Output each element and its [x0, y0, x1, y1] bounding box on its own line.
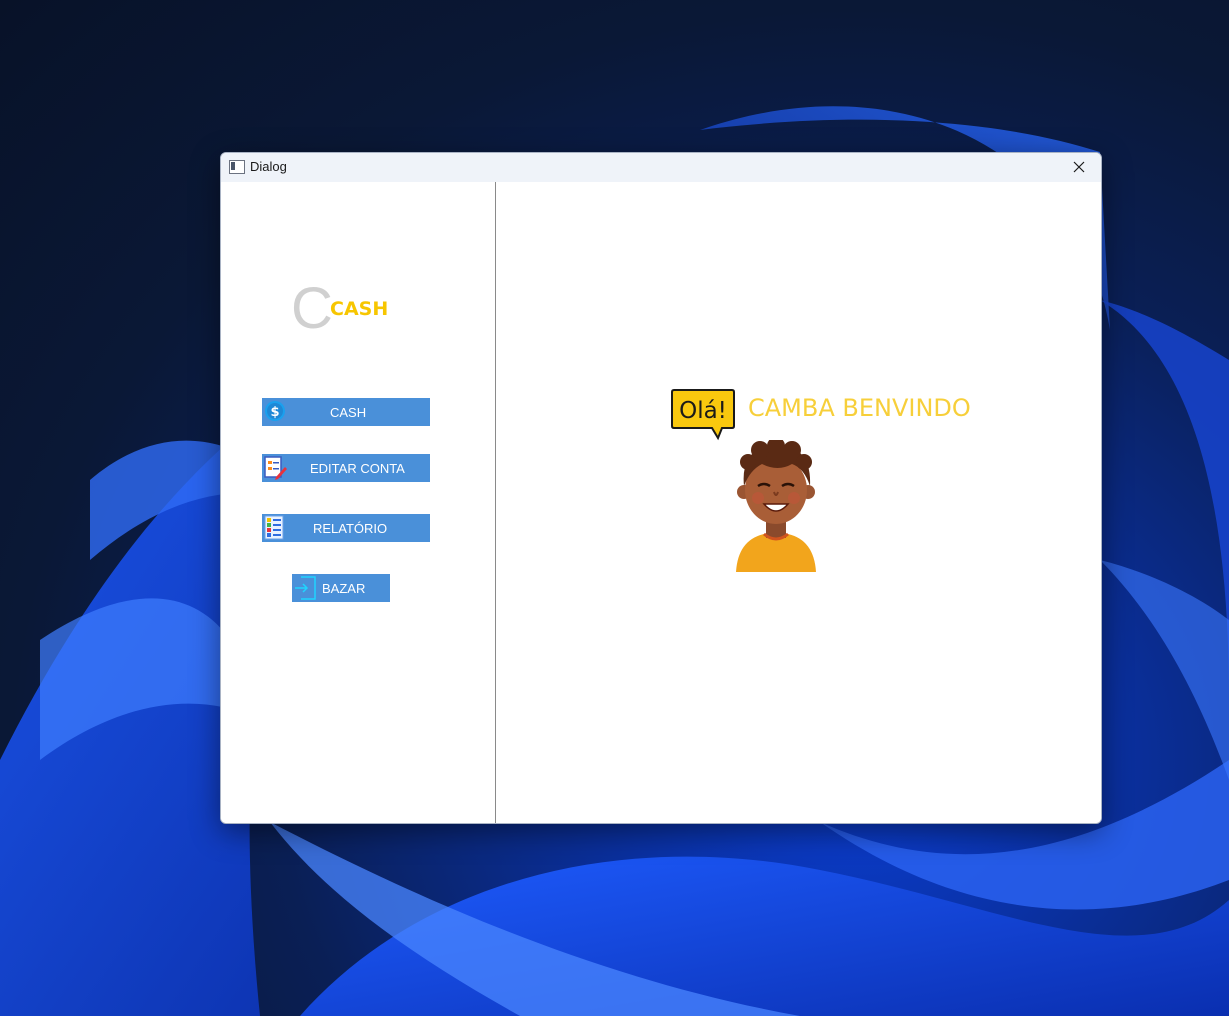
report-list-icon: [264, 515, 284, 540]
edit-account-button[interactable]: EDITAR CONTA: [262, 454, 430, 482]
edit-document-icon: [264, 456, 287, 480]
close-icon: [1073, 161, 1085, 173]
cash-button[interactable]: $ CASH: [262, 398, 430, 426]
welcome-message: CAMBA BENVINDO: [748, 394, 971, 422]
speech-bubble-text: Olá!: [679, 398, 727, 424]
logo-letter: C: [291, 276, 333, 341]
dollar-coin-icon: $: [265, 401, 285, 421]
exit-door-icon: [295, 576, 316, 600]
svg-text:$: $: [270, 405, 279, 420]
smiling-person-avatar-icon: [736, 440, 816, 572]
cash-button-label: CASH: [330, 405, 367, 420]
logo-word: CASH: [330, 298, 389, 320]
edit-account-button-label: EDITAR CONTA: [310, 461, 405, 476]
bazar-button-label: BAZAR: [322, 581, 366, 596]
sidebar: C CASH $ CASH EDITAR CONTA RELATÓRIO BAZ…: [221, 182, 495, 823]
report-button-label: RELATÓRIO: [313, 521, 388, 536]
title-bar[interactable]: Dialog: [221, 153, 1101, 182]
window-title: Dialog: [250, 159, 287, 174]
close-button[interactable]: [1057, 153, 1101, 182]
bazar-button[interactable]: BAZAR: [292, 574, 390, 602]
main-panel: Olá! CAMBA BENVINDO: [496, 182, 1101, 823]
report-button[interactable]: RELATÓRIO: [262, 514, 430, 542]
app-window-icon: [229, 160, 245, 174]
cash-logo: C CASH: [291, 280, 411, 340]
speech-bubble-icon: Olá!: [671, 389, 735, 441]
dialog-window: Dialog C CASH $ CASH EDITAR CONTA RELATÓ…: [220, 152, 1102, 824]
